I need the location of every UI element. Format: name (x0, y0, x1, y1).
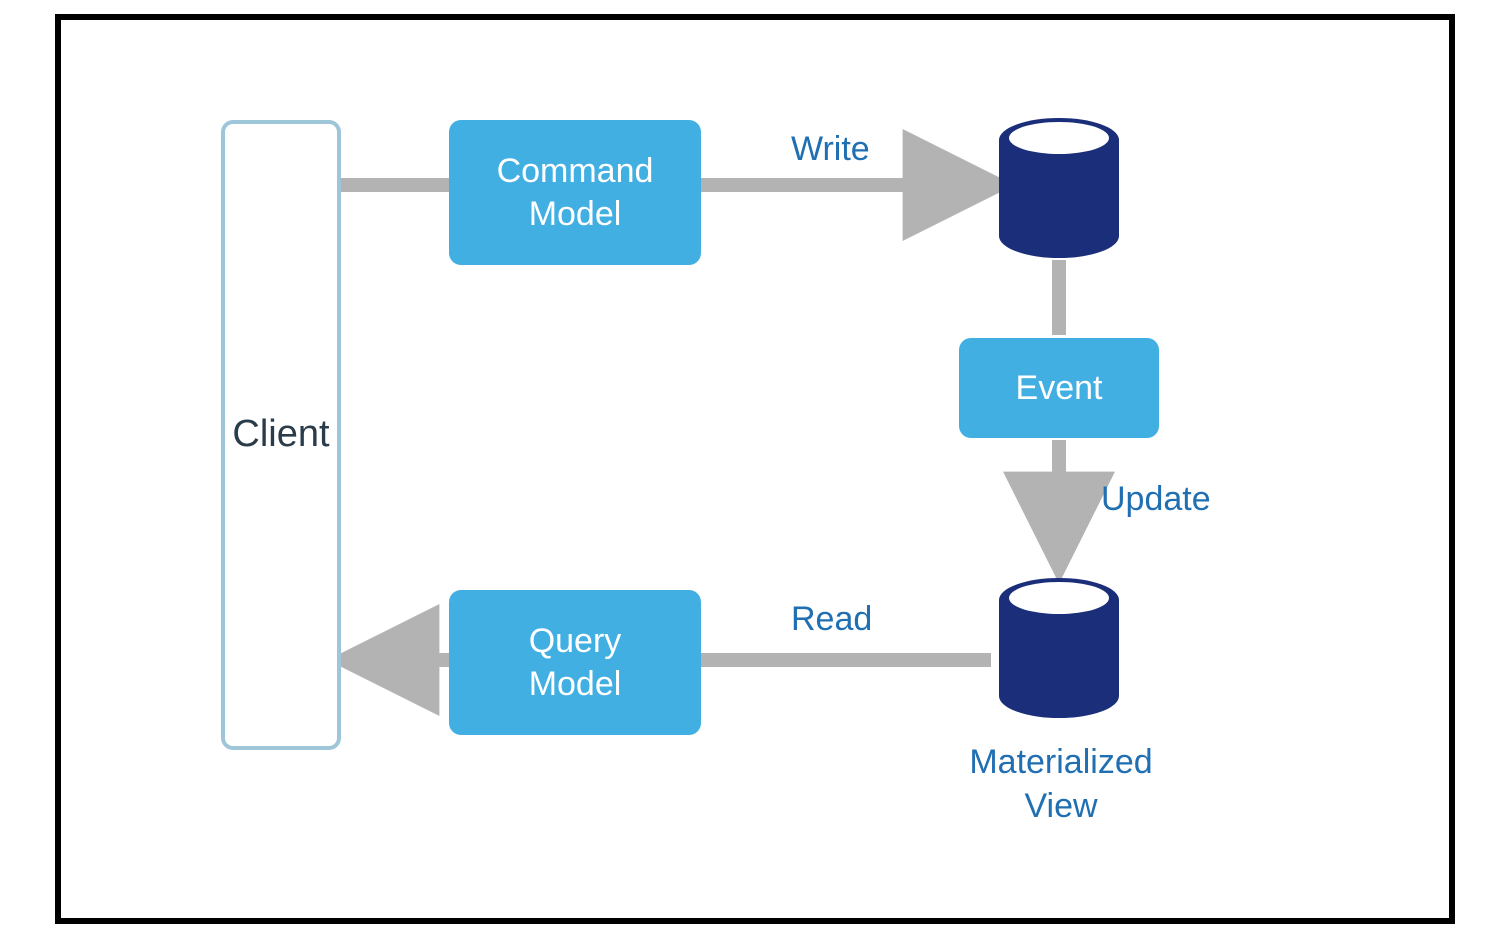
node-query-model-label: Query Model (529, 620, 622, 705)
node-client: Client (221, 120, 341, 750)
node-event: Event (959, 338, 1159, 438)
edge-label-update: Update (1101, 480, 1211, 519)
node-client-label: Client (232, 411, 329, 459)
edge-label-write: Write (791, 130, 870, 169)
label-materialized-view: Materialized View (961, 740, 1161, 828)
node-command-model-label: Command Model (497, 150, 654, 235)
database-write-icon (999, 118, 1119, 258)
edge-label-read: Read (791, 600, 872, 639)
node-command-model: Command Model (449, 120, 701, 265)
diagram-frame: Client Command Model Query Model Event (55, 14, 1455, 924)
node-event-label: Event (1016, 367, 1103, 410)
diagram-page: Client Command Model Query Model Event (0, 0, 1511, 943)
node-query-model: Query Model (449, 590, 701, 735)
database-read-icon (999, 578, 1119, 718)
